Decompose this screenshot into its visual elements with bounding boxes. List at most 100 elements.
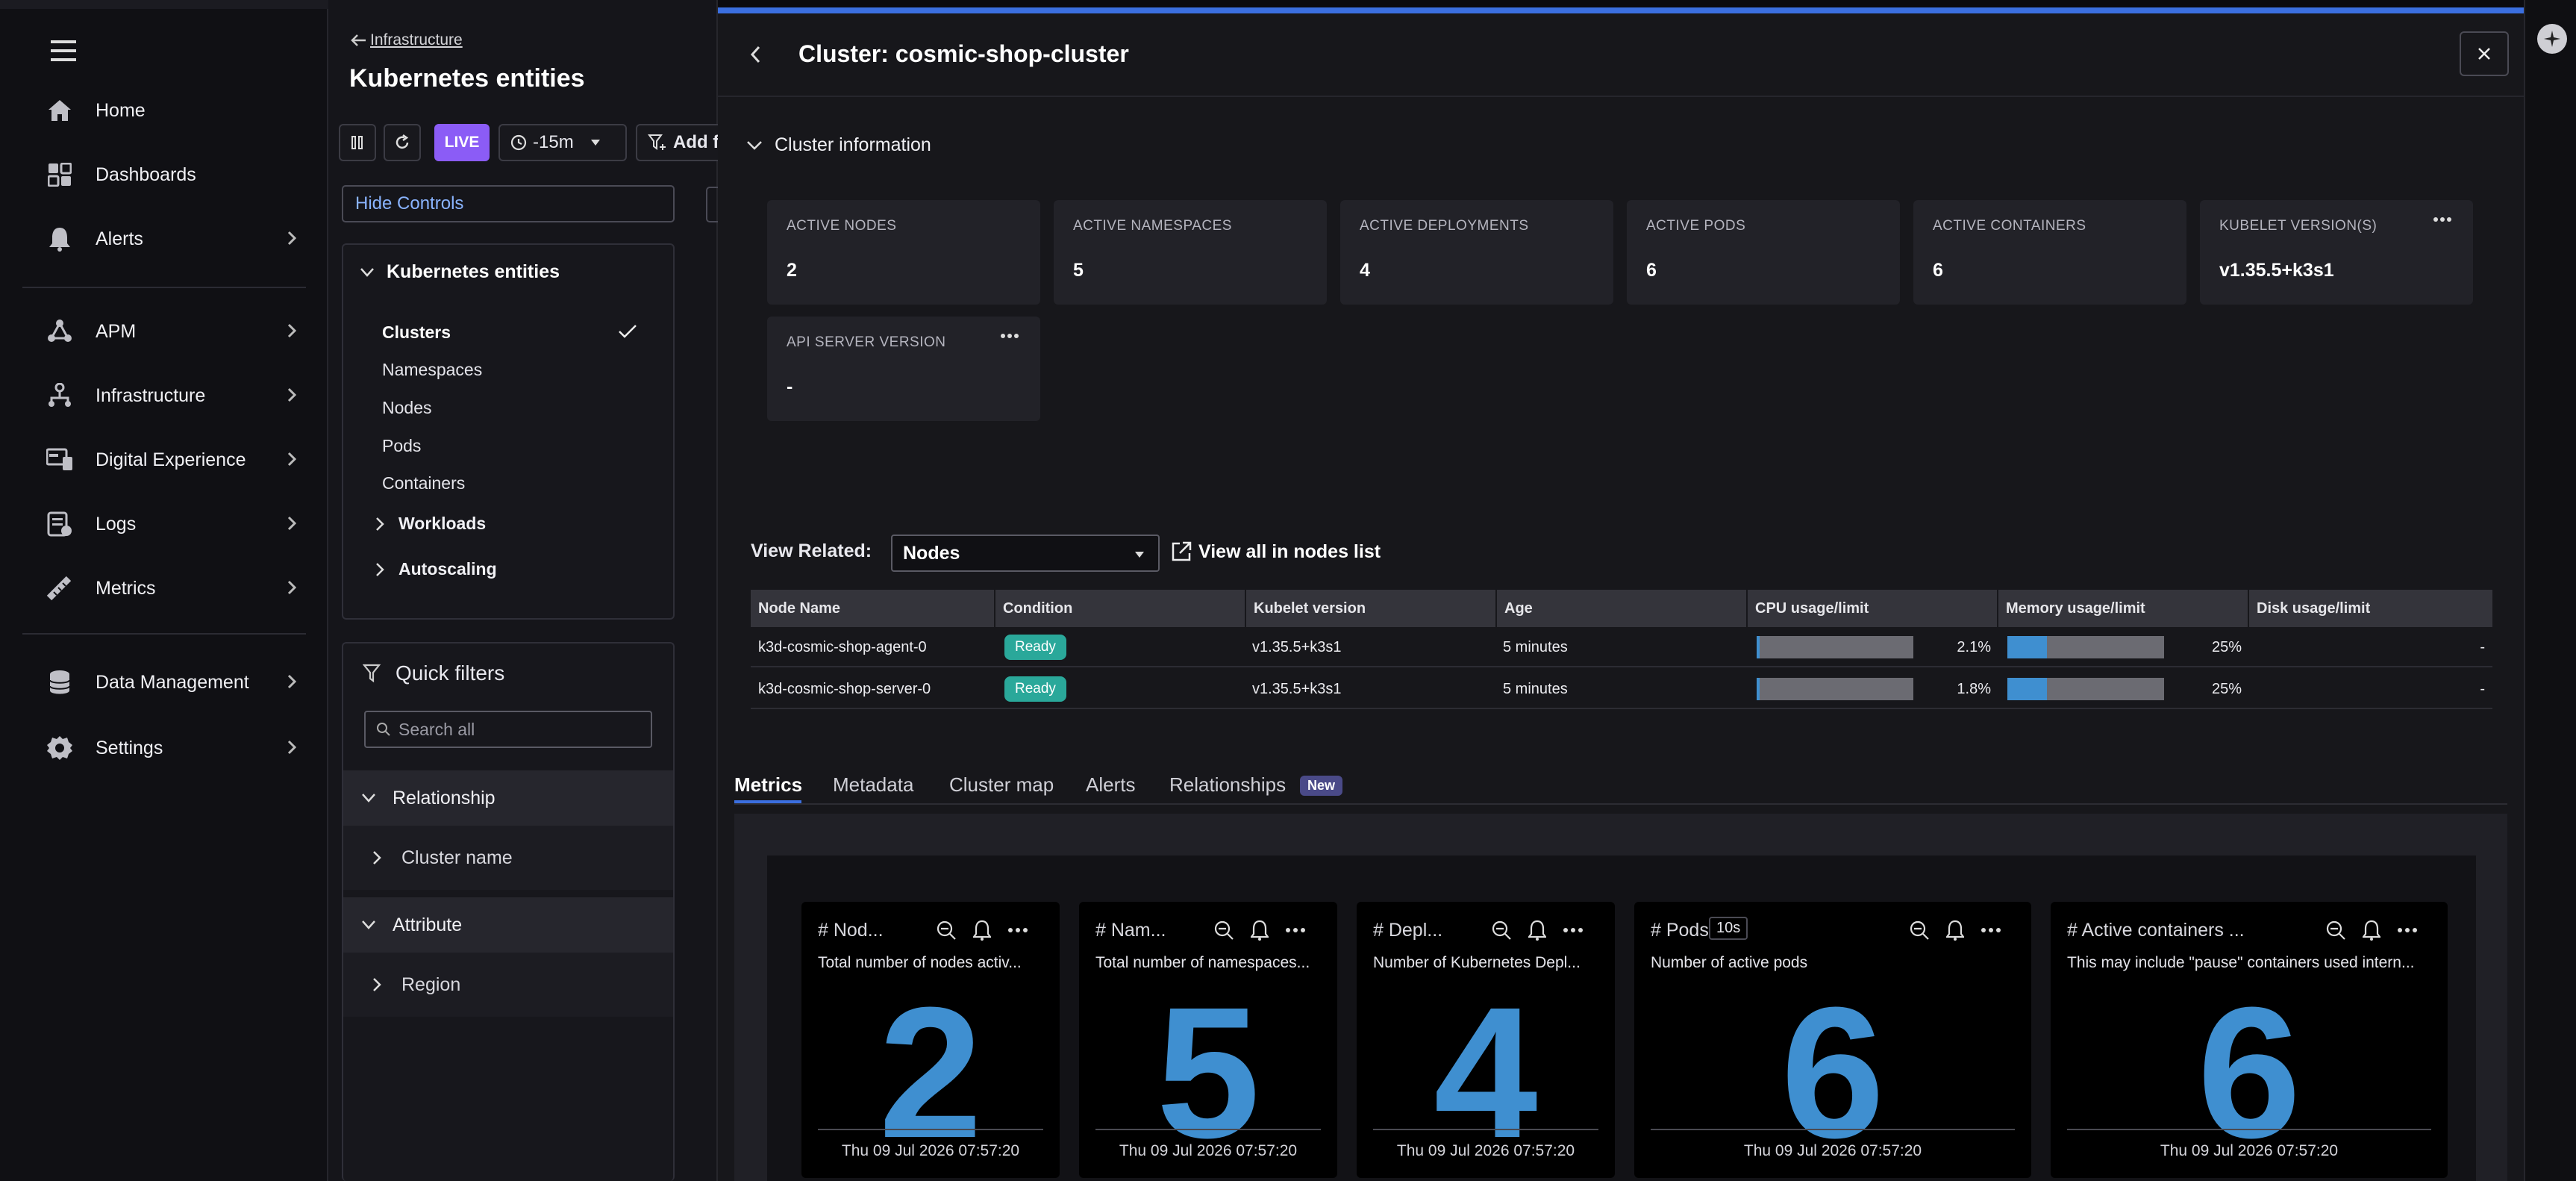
metric-timestamp: Thu 09 Jul 2026 07:57:20: [2160, 1142, 2339, 1159]
metric-title: # Pods: [1651, 920, 1709, 941]
column-header[interactable]: Condition: [995, 590, 1246, 627]
nav-divider: [22, 287, 306, 288]
search-input[interactable]: Search all: [364, 711, 652, 748]
nav-item-apm[interactable]: APM: [45, 309, 313, 354]
search-placeholder: Search all: [398, 719, 475, 739]
column-header[interactable]: Kubelet version: [1246, 590, 1497, 627]
card-label: KUBELET VERSION(S): [2219, 218, 2378, 234]
back-chevron-icon[interactable]: [749, 45, 761, 64]
nav-item-dashboards[interactable]: Dashboards: [45, 152, 313, 197]
more-options-icon[interactable]: [2397, 920, 2418, 941]
zoom-out-icon[interactable]: [1909, 920, 1930, 941]
entity-item-pods[interactable]: Pods: [382, 436, 421, 456]
metric-card-nodes[interactable]: # Nod... Total number of nodes activ... …: [801, 902, 1060, 1178]
hide-controls-button[interactable]: Hide Controls: [342, 185, 675, 222]
nav-item-home[interactable]: Home: [45, 88, 313, 133]
tab-metrics[interactable]: Metrics: [734, 773, 802, 797]
entity-group-autoscaling[interactable]: Autoscaling: [375, 559, 497, 579]
metric-card-pods[interactable]: # Pods 10s Number of active pods 6 Thu 0…: [1634, 902, 2031, 1178]
entity-item-containers[interactable]: Containers: [382, 473, 465, 493]
entity-group-label: Workloads: [398, 514, 487, 533]
bell-icon[interactable]: [1251, 920, 1269, 941]
node-name[interactable]: k3d-cosmic-shop-agent-0: [758, 627, 927, 667]
bell-icon[interactable]: [1528, 920, 1546, 941]
relationship-section-header[interactable]: Relationship: [343, 770, 673, 826]
nav-item-digital-experience[interactable]: Digital Experience: [45, 437, 313, 482]
metric-card-deployments[interactable]: # Depl... Number of Kubernetes Depl... 4…: [1357, 902, 1615, 1178]
zoom-out-icon[interactable]: [1213, 920, 1234, 941]
table-row[interactable]: k3d-cosmic-shop-agent-0 Ready v1.35.5+k3…: [751, 627, 2492, 667]
cpu-usage-bar: [1757, 678, 1913, 700]
metric-value: 6: [2197, 968, 2301, 1177]
metric-card-namespaces[interactable]: # Nam... Total number of namespaces... 5…: [1079, 902, 1337, 1178]
column-header[interactable]: Memory usage/limit: [1998, 590, 2249, 627]
column-header[interactable]: Age: [1497, 590, 1748, 627]
more-options-icon[interactable]: [1007, 920, 1028, 941]
hamburger-menu-icon[interactable]: [51, 39, 78, 63]
zoom-out-icon[interactable]: [936, 920, 957, 941]
entity-group-workloads[interactable]: Workloads: [375, 514, 486, 534]
view-all-nodes-link[interactable]: View all in nodes list: [1170, 540, 1381, 563]
column-header[interactable]: Node Name: [751, 590, 995, 627]
cluster-information-toggle[interactable]: Cluster information: [746, 134, 931, 156]
nav-label: Data Management: [96, 671, 249, 693]
metric-title: # Nam...: [1095, 920, 1166, 941]
metric-timestamp: Thu 09 Jul 2026 07:57:20: [1119, 1142, 1298, 1159]
bell-icon[interactable]: [1946, 920, 1964, 941]
live-button[interactable]: LIVE: [434, 124, 490, 161]
card-value: -: [787, 376, 793, 397]
close-button[interactable]: [2460, 31, 2509, 76]
node-name[interactable]: k3d-cosmic-shop-server-0: [758, 669, 931, 709]
breadcrumb[interactable]: Infrastructure: [351, 31, 463, 49]
add-filter-button[interactable]: Add f: [636, 124, 725, 161]
nav-item-alerts[interactable]: Alerts: [45, 216, 313, 261]
entity-types-header[interactable]: Kubernetes entities: [360, 261, 560, 283]
assistant-sparkle-button[interactable]: [2537, 24, 2567, 54]
nav-item-infrastructure[interactable]: Infrastructure: [45, 373, 313, 418]
metric-card-active-containers[interactable]: # Active containers ... This may include…: [2051, 902, 2448, 1178]
metric-value: 2: [878, 968, 983, 1177]
time-range-selector[interactable]: -15m: [498, 124, 627, 161]
tab-relationships[interactable]: Relationships: [1169, 773, 1286, 797]
quick-filters-panel: Quick filters Search all Relationship Cl…: [342, 642, 675, 1181]
view-related-select[interactable]: Nodes: [891, 535, 1160, 572]
nav-item-settings[interactable]: Settings: [45, 726, 313, 770]
filter-icon: [363, 664, 381, 683]
chevron-right-icon: [287, 580, 297, 595]
pause-button[interactable]: [339, 124, 376, 161]
column-header[interactable]: Disk usage/limit: [2249, 590, 2492, 627]
column-header[interactable]: CPU usage/limit: [1748, 590, 1998, 627]
region-filter[interactable]: Region: [343, 953, 673, 1017]
disk-usage-value: -: [2480, 638, 2485, 655]
entity-item-nodes[interactable]: Nodes: [382, 398, 431, 418]
view-all-label: View all in nodes list: [1198, 540, 1381, 562]
zoom-out-icon[interactable]: [2325, 920, 2346, 941]
more-options-icon[interactable]: [2433, 216, 2452, 222]
attribute-section-header[interactable]: Attribute: [343, 897, 673, 953]
tab-cluster-map[interactable]: Cluster map: [949, 773, 1054, 797]
page-title: Kubernetes entities: [349, 64, 585, 93]
cluster-name-filter[interactable]: Cluster name: [343, 826, 673, 890]
nav-item-metrics[interactable]: Metrics: [45, 566, 313, 611]
caret-down-icon: [1135, 552, 1144, 558]
entity-item-namespaces[interactable]: Namespaces: [382, 360, 482, 380]
entity-item-clusters[interactable]: Clusters: [382, 322, 451, 343]
table-row[interactable]: k3d-cosmic-shop-server-0 Ready v1.35.5+k…: [751, 669, 2492, 709]
refresh-button[interactable]: [384, 124, 421, 161]
chevron-right-icon: [376, 562, 384, 576]
more-options-icon[interactable]: [1563, 920, 1584, 941]
memory-usage-bar: [2007, 636, 2164, 658]
bell-icon[interactable]: [2363, 920, 2380, 941]
nav-item-data-management[interactable]: Data Management: [45, 660, 313, 705]
breadcrumb-link[interactable]: Infrastructure: [370, 31, 463, 49]
tab-alerts[interactable]: Alerts: [1086, 773, 1135, 797]
nav-item-logs[interactable]: Logs: [45, 502, 313, 546]
zoom-out-icon[interactable]: [1491, 920, 1512, 941]
quick-filters-title: Quick filters: [396, 661, 505, 685]
bell-icon[interactable]: [973, 920, 991, 941]
tab-metadata[interactable]: Metadata: [833, 773, 913, 797]
more-options-icon[interactable]: [1000, 333, 1019, 339]
caret-down-icon: [590, 140, 600, 146]
more-options-icon[interactable]: [1285, 920, 1306, 941]
more-options-icon[interactable]: [1981, 920, 2001, 941]
